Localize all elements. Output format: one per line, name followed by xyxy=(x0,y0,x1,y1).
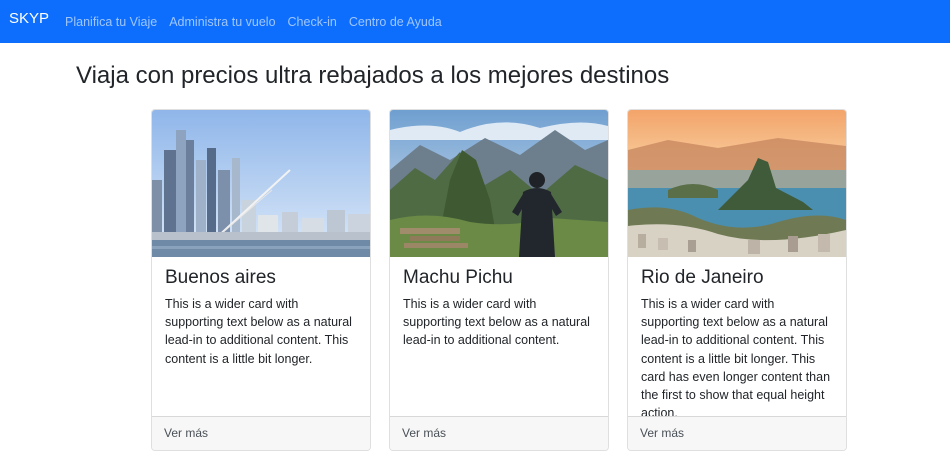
ver-mas-link[interactable]: Ver más xyxy=(402,426,446,440)
card-body: Rio de Janeiro This is a wider card with… xyxy=(641,267,833,422)
card-title: Buenos aires xyxy=(165,267,276,288)
card-rio-de-janeiro: Rio de Janeiro This is a wider card with… xyxy=(627,109,847,451)
nav-link-ayuda[interactable]: Centro de Ayuda xyxy=(349,15,442,29)
card-body: Buenos aires This is a wider card with s… xyxy=(165,267,357,368)
card-text: This is a wider card with supporting tex… xyxy=(641,297,831,421)
card-buenos-aires: Buenos aires This is a wider card with s… xyxy=(151,109,371,451)
card-title: Machu Pichu xyxy=(403,267,513,288)
rio-de-janeiro-image xyxy=(628,110,846,257)
card-body: Machu Pichu This is a wider card with su… xyxy=(403,267,595,350)
buenos-aires-image xyxy=(152,110,370,257)
card-title: Rio de Janeiro xyxy=(641,267,764,288)
nav-link-administra[interactable]: Administra tu vuelo xyxy=(169,15,275,29)
card-text: This is a wider card with supporting tex… xyxy=(403,297,590,348)
navbar: SKYP Planifica tu Viaje Administra tu vu… xyxy=(0,0,950,43)
navbar-brand[interactable]: SKYP xyxy=(9,10,49,27)
card-machu-pichu: Machu Pichu This is a wider card with su… xyxy=(389,109,609,451)
card-footer: Ver más xyxy=(628,416,846,450)
ver-mas-link[interactable]: Ver más xyxy=(164,426,208,440)
ver-mas-link[interactable]: Ver más xyxy=(640,426,684,440)
machu-picchu-image xyxy=(390,110,608,257)
card-footer: Ver más xyxy=(390,416,608,450)
nav-link-planifica[interactable]: Planifica tu Viaje xyxy=(65,15,157,29)
card-footer: Ver más xyxy=(152,416,370,450)
card-text: This is a wider card with supporting tex… xyxy=(165,297,352,366)
nav-link-checkin[interactable]: Check-in xyxy=(288,15,337,29)
page-title: Viaja con precios ultra rebajados a los … xyxy=(76,62,670,89)
